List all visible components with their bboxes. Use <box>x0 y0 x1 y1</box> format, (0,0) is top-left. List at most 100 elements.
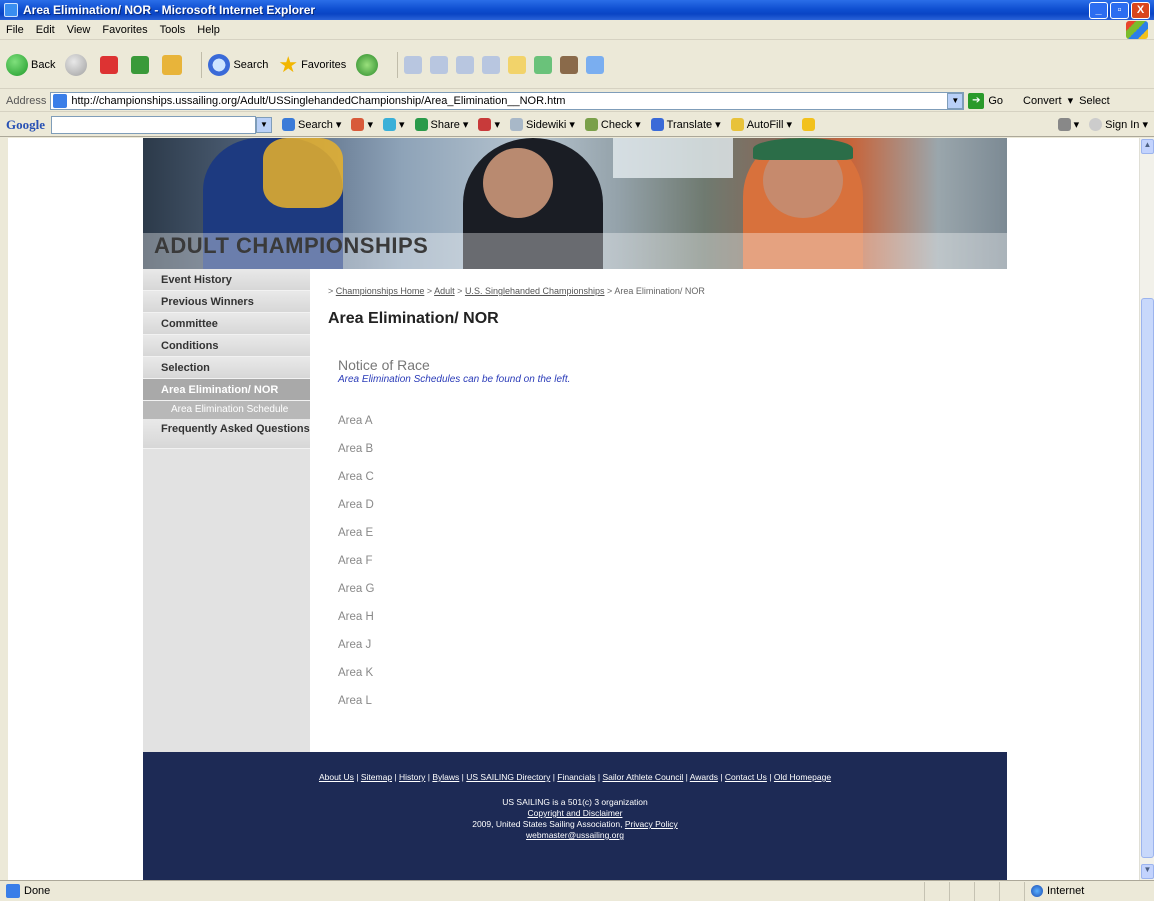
sidebar-item-selection[interactable]: Selection <box>143 357 310 379</box>
footer-link-history[interactable]: History <box>399 772 425 782</box>
bookmark-icon <box>351 118 365 131</box>
footer-link-directory[interactable]: US SAILING Directory <box>466 772 550 782</box>
address-input[interactable]: http://championships.ussailing.org/Adult… <box>50 91 965 110</box>
google-translate-button[interactable]: Translate ▾ <box>650 118 721 131</box>
sidebar-item-area-elimination-nor[interactable]: Area Elimination/ NOR <box>143 379 310 401</box>
stop-button[interactable] <box>100 55 121 74</box>
google-pencil-button[interactable] <box>801 118 818 131</box>
status-cell <box>999 881 1024 901</box>
favorites-button[interactable]: ★ Favorites <box>278 52 346 78</box>
history-icon[interactable] <box>404 55 423 74</box>
list-item: Area L <box>338 695 372 707</box>
security-zone: Internet <box>1024 881 1154 901</box>
google-settings-button[interactable]: ▾ <box>1057 118 1079 131</box>
google-check-button[interactable]: Check ▾ <box>584 118 641 131</box>
globe-icon <box>1031 885 1043 897</box>
footer-copyright-link[interactable]: Copyright and Disclaimer <box>528 808 623 818</box>
menu-view[interactable]: View <box>61 24 97 36</box>
sidebar-item-faq[interactable]: Frequently Asked Questions <box>143 419 310 449</box>
list-item: Area B <box>338 443 374 455</box>
ie-icon <box>4 3 18 17</box>
home-button[interactable] <box>162 54 185 75</box>
sidebar-item-conditions[interactable]: Conditions <box>143 335 310 357</box>
chevron-down-icon[interactable]: ▾ <box>1068 94 1074 107</box>
close-button[interactable]: X <box>1131 1 1150 19</box>
google-search-input[interactable] <box>51 115 256 134</box>
google-logo[interactable]: Google <box>6 117 45 133</box>
google-share-button[interactable]: Share ▾ <box>414 118 468 131</box>
menu-edit[interactable]: Edit <box>30 24 61 36</box>
plus-icon <box>382 118 396 131</box>
footer-link-bylaws[interactable]: Bylaws <box>432 772 459 782</box>
maximize-button[interactable]: ▫ <box>1110 1 1129 19</box>
edit-icon[interactable] <box>482 55 501 74</box>
list-item: Area J <box>338 639 372 651</box>
footer-link-sitemap[interactable]: Sitemap <box>361 772 392 782</box>
menu-help[interactable]: Help <box>191 24 226 36</box>
sidebar-item-committee[interactable]: Committee <box>143 313 310 335</box>
footer-link-awards[interactable]: Awards <box>690 772 718 782</box>
breadcrumb-link-event[interactable]: U.S. Singlehanded Championships <box>465 286 605 296</box>
google-plus-button[interactable]: ▾ <box>382 118 405 131</box>
folder-icon[interactable] <box>508 55 527 74</box>
breadcrumb-separator: > <box>426 286 433 296</box>
messenger-icon[interactable] <box>534 55 553 74</box>
window-left-border <box>0 138 8 880</box>
menu-tools[interactable]: Tools <box>154 24 192 36</box>
chevron-down-icon[interactable]: ▼ <box>256 116 272 133</box>
search-button[interactable]: Search <box>208 53 268 76</box>
back-button[interactable]: Back <box>6 53 55 76</box>
popup-blocker-icon <box>478 118 492 131</box>
star-icon: ★ <box>278 51 299 77</box>
google-sidewiki-button[interactable]: Sidewiki ▾ <box>509 118 575 131</box>
google-autofill-button[interactable]: AutoFill ▾ <box>730 118 792 131</box>
address-url[interactable]: http://championships.ussailing.org/Adult… <box>71 95 947 107</box>
header-banner: ADULT CHAMPIONSHIPS <box>143 138 1007 269</box>
google-search-button[interactable]: Search ▾ <box>282 118 341 131</box>
address-label: Address <box>6 94 47 107</box>
research-icon[interactable] <box>560 55 579 74</box>
toolbar-divider <box>397 51 399 78</box>
footer-link-old-homepage[interactable]: Old Homepage <box>774 772 831 782</box>
vertical-scrollbar[interactable]: ▲ ▼ <box>1139 138 1154 880</box>
scroll-down-icon[interactable]: ▼ <box>1141 864 1154 879</box>
home-icon <box>162 54 183 75</box>
select-button[interactable]: Select <box>1079 95 1110 107</box>
menu-favorites[interactable]: Favorites <box>96 24 153 36</box>
media-icon <box>356 53 379 76</box>
footer-link-about-us[interactable]: About Us <box>319 772 354 782</box>
sidebar-item-previous-winners[interactable]: Previous Winners <box>143 291 310 313</box>
forward-button[interactable] <box>65 53 90 76</box>
chevron-down-icon[interactable]: ▼ <box>947 92 964 109</box>
contacts-icon[interactable] <box>586 55 605 74</box>
footer-link-financials[interactable]: Financials <box>557 772 595 782</box>
banner-photo <box>613 138 733 178</box>
breadcrumb-link-adult[interactable]: Adult <box>434 286 455 296</box>
page-title: Area Elimination/ NOR <box>328 310 499 327</box>
footer-links: About Us | Sitemap | History | Bylaws | … <box>318 772 832 782</box>
google-popup-button[interactable]: ▾ <box>478 118 500 131</box>
footer-info: US SAILING is a 501(c) 3 organization Co… <box>143 797 1007 841</box>
print-icon[interactable] <box>456 55 475 74</box>
google-bookmark-button[interactable]: ▾ <box>351 118 373 131</box>
window-title-bar[interactable]: Area Elimination/ NOR - Microsoft Intern… <box>0 0 1154 20</box>
go-button[interactable]: ➔ Go <box>968 92 1003 109</box>
footer-email-link[interactable]: webmaster@ussailing.org <box>526 830 624 840</box>
footer-link-contact-us[interactable]: Contact Us <box>725 772 767 782</box>
breadcrumb-link-home[interactable]: Championships Home <box>336 286 425 296</box>
refresh-button[interactable] <box>131 55 152 74</box>
menu-file[interactable]: File <box>0 24 30 36</box>
convert-button[interactable]: Convert <box>1023 95 1062 107</box>
google-sign-in-button[interactable]: Sign In ▾ <box>1089 118 1148 131</box>
minimize-button[interactable]: _ <box>1089 1 1108 19</box>
footer-link-athlete-council[interactable]: Sailor Athlete Council <box>602 772 683 782</box>
media-button[interactable] <box>356 53 381 76</box>
list-item: Area E <box>338 527 374 539</box>
mail-icon[interactable] <box>430 55 449 74</box>
sidebar-item-event-history[interactable]: Event History <box>143 269 310 291</box>
scroll-up-icon[interactable]: ▲ <box>1141 139 1154 154</box>
footer-privacy-link[interactable]: Privacy Policy <box>625 819 678 829</box>
list-item: Area F <box>338 555 373 567</box>
scrollbar-thumb[interactable] <box>1141 298 1154 858</box>
sidebar-subitem-area-elimination-schedule[interactable]: Area Elimination Schedule <box>143 401 310 419</box>
